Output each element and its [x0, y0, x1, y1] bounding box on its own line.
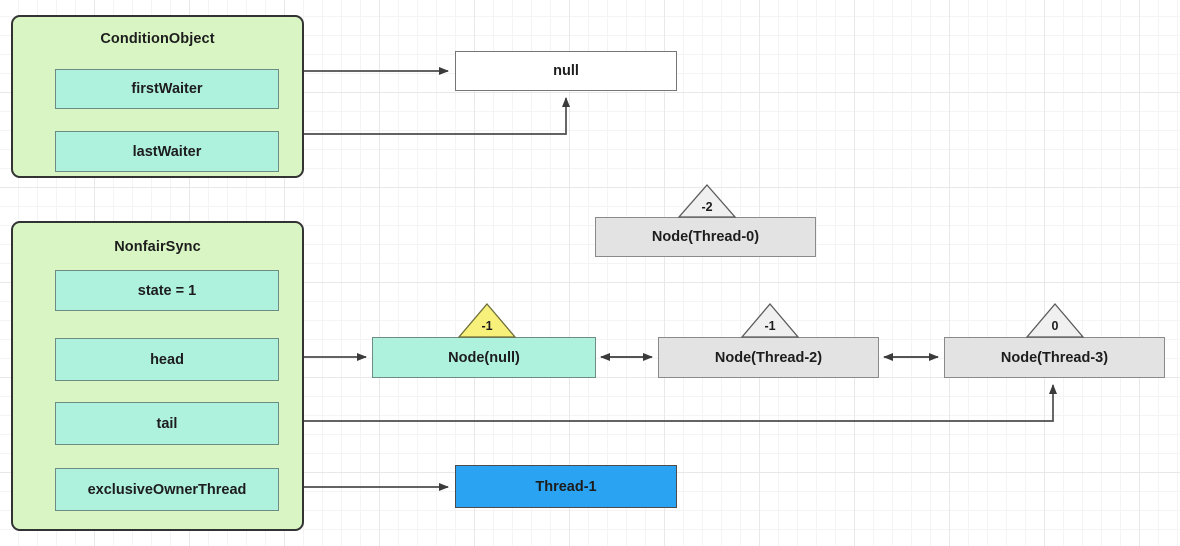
head-field[interactable]: head: [55, 338, 279, 381]
node-thread-2-waitstatus-label: -1: [764, 319, 776, 333]
state-field[interactable]: state = 1: [55, 270, 279, 311]
node-thread-0-label: Node(Thread-0): [651, 229, 760, 245]
node-thread-2-label: Node(Thread-2): [714, 349, 823, 366]
tail-label: tail: [156, 415, 178, 432]
thread-1-node[interactable]: Thread-1: [455, 465, 677, 508]
edge-last-waiter-to-null: [278, 97, 570, 135]
exclusive-owner-thread-label: exclusiveOwnerThread: [87, 481, 247, 498]
last-waiter-label: lastWaiter: [132, 143, 202, 160]
node-thread-0-waitstatus-label: -2: [701, 200, 713, 214]
node-null[interactable]: Node(null): [372, 337, 596, 378]
node-thread-2[interactable]: Node(Thread-2): [658, 337, 879, 378]
diagram-canvas: ConditionObject firstWaiter lastWaiter N…: [0, 0, 1180, 546]
first-waiter-field[interactable]: firstWaiter: [55, 69, 279, 109]
nonfair-sync-group: NonfairSync state = 1 head tail exclusiv…: [11, 221, 304, 531]
node-null-waitstatus-badge: -1: [457, 302, 517, 338]
node-thread-3-waitstatus-label: 0: [1051, 319, 1059, 333]
null-target-label: null: [553, 63, 579, 79]
head-label: head: [150, 351, 184, 368]
node-thread-3-label: Node(Thread-3): [1000, 349, 1109, 366]
tail-field[interactable]: tail: [55, 402, 279, 445]
condition-object-title: ConditionObject: [100, 31, 215, 47]
exclusive-owner-thread-field[interactable]: exclusiveOwnerThread: [55, 468, 279, 511]
nonfair-sync-title: NonfairSync: [114, 239, 201, 255]
node-thread-3[interactable]: Node(Thread-3): [944, 337, 1165, 378]
node-thread-0[interactable]: Node(Thread-0): [595, 217, 816, 257]
edge-tail-to-node-thread-3: [283, 384, 1057, 425]
state-label: state = 1: [137, 282, 197, 299]
first-waiter-label: firstWaiter: [131, 81, 203, 97]
node-thread-3-waitstatus-badge: 0: [1025, 302, 1085, 338]
null-target-node[interactable]: null: [455, 51, 677, 91]
last-waiter-field[interactable]: lastWaiter: [55, 131, 279, 172]
node-thread-0-waitstatus-badge: -2: [677, 184, 737, 218]
node-null-waitstatus-label: -1: [481, 319, 493, 333]
thread-1-label: Thread-1: [535, 478, 597, 495]
condition-object-group: ConditionObject firstWaiter lastWaiter: [11, 15, 304, 178]
node-null-label: Node(null): [448, 349, 520, 366]
node-thread-2-waitstatus-badge: -1: [740, 302, 800, 338]
